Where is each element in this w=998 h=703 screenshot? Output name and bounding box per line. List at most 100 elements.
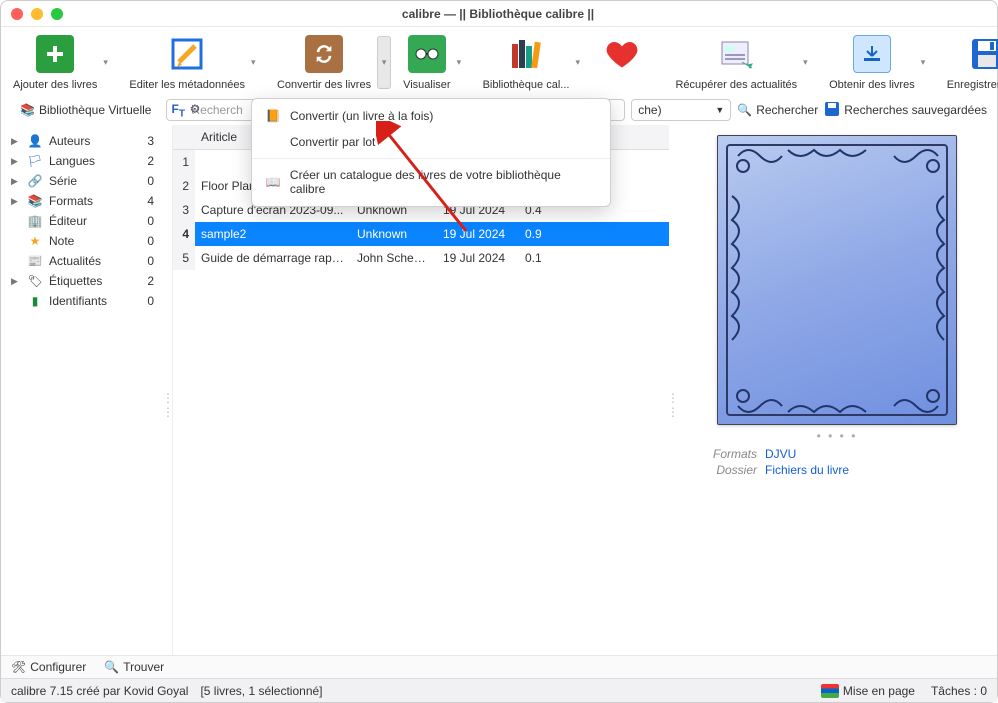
status-bar: calibre 7.15 créé par Kovid Goyal [5 liv…	[1, 678, 997, 702]
add-books-label: Ajouter des livres	[13, 79, 97, 91]
sidebar-item-label: Langues	[49, 154, 95, 168]
tag-browser-sidebar: ▶👤Auteurs3▶🏳Langues2▶🔗Série0▶📚Formats4🏢É…	[1, 125, 164, 685]
menu-convert-bulk[interactable]: Convertir par lot	[252, 129, 610, 155]
virtual-library-button[interactable]: 📚 Bibliothèque Virtuelle	[11, 99, 160, 121]
window-title: calibre — || Bibliothèque calibre ||	[63, 7, 933, 21]
view-dropdown[interactable]: ▾	[457, 57, 467, 68]
layout-label: Mise en page	[843, 684, 915, 698]
sidebar-item-count: 0	[147, 214, 154, 228]
sidebar-item-count: 3	[147, 134, 154, 148]
formats-value[interactable]: DJVU	[765, 447, 796, 461]
catalog-icon: 📖	[264, 175, 282, 189]
window-controls	[11, 8, 63, 20]
formats-key: Formats	[697, 447, 757, 461]
books-icon: 📚	[20, 103, 35, 117]
fetch-news-dropdown[interactable]: ▾	[803, 57, 813, 68]
saved-searches-button[interactable]: Recherches sauvegardées	[824, 101, 987, 120]
fetch-news-button[interactable]: Récupérer des actualités	[671, 33, 801, 91]
category-icon: ▮	[27, 294, 43, 308]
row-index: 5	[173, 246, 195, 270]
gear-icon[interactable]: ⚙	[189, 102, 200, 116]
chevron-down-icon: ▼	[715, 105, 724, 115]
folder-key: Dossier	[697, 463, 757, 477]
jobs-button[interactable]: Tâches : 0	[931, 684, 987, 698]
find-button[interactable]: 🔍 Trouver	[104, 660, 164, 674]
book-cover[interactable]	[717, 135, 957, 425]
table-row[interactable]: 4sample2Unknown19 Jul 20240.9	[173, 222, 669, 246]
zoom-window-button[interactable]	[51, 8, 63, 20]
row-title: Guide de démarrage rapide	[195, 246, 351, 270]
menu-create-catalog[interactable]: 📖 Créer un catalogue des livres de votre…	[252, 162, 610, 202]
find-label: Trouver	[123, 660, 164, 674]
sidebar-item-label: Étiquettes	[49, 274, 102, 288]
menu-convert-individually[interactable]: 📙 Convertir (un livre à la fois)	[252, 103, 610, 129]
configure-label: Configurer	[30, 660, 86, 674]
sidebar-item-count: 0	[147, 254, 154, 268]
layout-button[interactable]: Mise en page	[821, 684, 915, 698]
library-button[interactable]: Bibliothèque cal...	[479, 33, 574, 91]
configure-button[interactable]: 🛠 Configurer	[11, 660, 86, 674]
search-history-combo[interactable]: che) ▼	[631, 99, 731, 121]
category-icon: 📚	[27, 194, 43, 208]
resize-handle-dots[interactable]: • • • •	[697, 429, 977, 443]
sidebar-item-formats[interactable]: ▶ 📚 Formats 4	[5, 191, 160, 211]
fetch-news-label: Récupérer des actualités	[675, 79, 797, 91]
minimize-window-button[interactable]	[31, 8, 43, 20]
book-list: Ariticle 12Floor PlanLIN, EMILY19 Jul 20…	[172, 125, 669, 685]
convert-books-dropdown[interactable]: ▾	[377, 36, 391, 89]
add-books-dropdown[interactable]: ▾	[103, 57, 113, 68]
save-icon	[824, 101, 840, 120]
edit-metadata-dropdown[interactable]: ▾	[251, 57, 261, 68]
convert-books-button[interactable]: Convertir des livres	[273, 33, 375, 91]
get-books-dropdown[interactable]: ▾	[921, 57, 931, 68]
add-books-button[interactable]: Ajouter des livres	[9, 33, 101, 91]
row-date: 19 Jul 2024	[437, 246, 519, 270]
get-books-button[interactable]: Obtenir des livres	[825, 33, 919, 91]
sidebar-item-auteurs[interactable]: ▶👤Auteurs3	[5, 131, 160, 151]
search-history-text: che)	[638, 103, 661, 117]
sidebar-item-identifiants[interactable]: ▮Identifiants0	[5, 291, 160, 311]
splitter-handle-left[interactable]: ⋮⋮	[164, 125, 172, 685]
row-author: Unknown	[351, 222, 437, 246]
book-icon: 📙	[264, 109, 282, 123]
sidebar-item-actualités[interactable]: 📰Actualités0	[5, 251, 160, 271]
folder-value[interactable]: Fichiers du livre	[765, 463, 849, 477]
sidebar-item-étiquettes[interactable]: ▶🏷Étiquettes2	[5, 271, 160, 291]
sidebar-item-label: Éditeur	[49, 214, 87, 228]
splitter-handle-right[interactable]: ⋮⋮	[669, 125, 677, 685]
category-icon: 🏳	[27, 154, 43, 168]
view-button[interactable]: Visualiser	[399, 33, 455, 91]
sidebar-item-label: Formats	[49, 194, 93, 208]
close-window-button[interactable]	[11, 8, 23, 20]
row-title: sample2	[195, 222, 351, 246]
sidebar-item-count: 0	[147, 174, 154, 188]
save-to-disk-button[interactable]: Enregistrer sous	[943, 33, 998, 91]
donate-button[interactable]	[597, 33, 647, 79]
search-button[interactable]: 🔍 Rechercher	[737, 103, 818, 117]
sidebar-item-langues[interactable]: ▶🏳Langues2	[5, 151, 160, 171]
category-icon: 🏷	[27, 274, 43, 288]
row-size: 0.9	[519, 222, 579, 246]
row-index: 2	[173, 174, 195, 198]
main-toolbar: Ajouter des livres ▾ Editer les métadonn…	[1, 27, 997, 95]
sidebar-item-éditeur[interactable]: 🏢 Éditeur 0	[5, 211, 160, 231]
row-size: 0.1	[519, 246, 579, 270]
edit-metadata-button[interactable]: Editer les métadonnées	[125, 33, 249, 91]
search-icon: 🔍	[104, 660, 119, 674]
col-index	[173, 125, 195, 149]
library-dropdown[interactable]: ▾	[575, 57, 585, 68]
category-icon: 🔗	[27, 174, 43, 188]
search-icon: 🔍	[737, 103, 752, 117]
disclosure-triangle-icon: ▶	[11, 176, 19, 187]
disclosure-triangle-icon: ▶	[11, 196, 19, 207]
sidebar-item-note[interactable]: ★Note0	[5, 231, 160, 251]
menu-create-catalog-label: Créer un catalogue des livres de votre b…	[290, 168, 598, 196]
row-date: 19 Jul 2024	[437, 222, 519, 246]
category-icon: 🏢	[27, 214, 43, 228]
category-icon: ★	[27, 234, 43, 248]
row-index: 1	[173, 150, 195, 174]
sidebar-item-série[interactable]: ▶🔗Série0	[5, 171, 160, 191]
sidebar-item-count: 4	[147, 194, 154, 208]
table-row[interactable]: 5Guide de démarrage rapideJohn Schember1…	[173, 246, 669, 270]
title-bar: calibre — || Bibliothèque calibre ||	[1, 1, 997, 27]
